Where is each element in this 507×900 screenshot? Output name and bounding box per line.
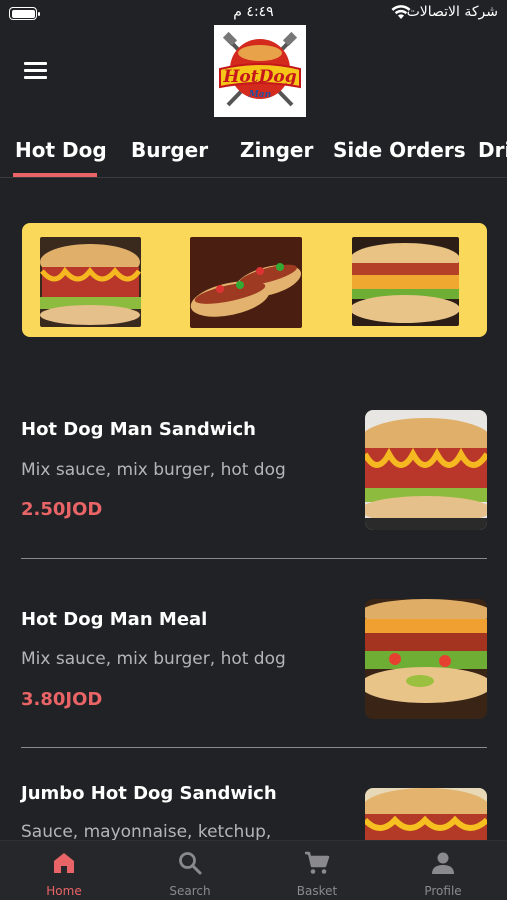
tab-drinks[interactable]: Drinks xyxy=(478,138,507,162)
item-description: Mix sauce, mix burger, hot dog xyxy=(21,649,286,669)
tab-hot-dog[interactable]: Hot Dog xyxy=(15,138,107,162)
menu-line xyxy=(24,76,47,79)
search-icon xyxy=(179,852,202,875)
item-image[interactable] xyxy=(365,410,487,530)
home-icon xyxy=(54,853,74,873)
item-description: Mix sauce, mix burger, hot dog xyxy=(21,460,286,480)
nav-search[interactable]: Search xyxy=(127,841,253,900)
tab-side-orders[interactable]: Side Orders xyxy=(333,138,466,162)
promo-banner[interactable] xyxy=(22,223,487,337)
active-tab-indicator xyxy=(13,173,97,177)
tab-burger[interactable]: Burger xyxy=(131,138,208,162)
hamburger-menu-button[interactable] xyxy=(24,62,47,80)
item-title[interactable]: Hot Dog Man Sandwich xyxy=(21,419,256,440)
hotdog-man-logo: HotDog Man xyxy=(214,25,306,117)
item-price: 2.50JOD xyxy=(21,499,103,520)
item-title[interactable]: Jumbo Hot Dog Sandwich xyxy=(21,783,277,804)
item-image[interactable] xyxy=(365,599,487,719)
item-divider xyxy=(21,558,487,559)
menu-line xyxy=(24,69,47,72)
nav-label: Profile xyxy=(424,884,462,898)
item-price: 3.80JOD xyxy=(21,689,103,710)
logo-subtext: Man xyxy=(248,90,271,100)
profile-icon xyxy=(432,852,454,874)
item-description: Sauce, mayonnaise, ketchup, xyxy=(21,822,272,842)
nav-home[interactable]: Home xyxy=(1,841,127,900)
item-image[interactable] xyxy=(365,788,487,840)
carrier-name: شركة الاتصالات xyxy=(406,4,498,20)
banner-image-hotdogs xyxy=(190,237,302,328)
banner-image-cheese-dog xyxy=(352,237,459,326)
nav-basket[interactable]: Basket xyxy=(254,841,380,900)
item-divider xyxy=(21,747,487,748)
nav-label: Search xyxy=(169,884,211,898)
nav-profile[interactable]: Profile xyxy=(380,841,506,900)
cart-icon xyxy=(305,851,330,874)
nav-label: Basket xyxy=(296,884,338,898)
category-tabs: Hot Dog Burger Zinger Side Orders Drinks xyxy=(0,130,507,178)
nav-label: Home xyxy=(46,884,82,898)
menu-line xyxy=(24,62,47,65)
tab-zinger[interactable]: Zinger xyxy=(240,138,313,162)
logo-text: HotDog xyxy=(222,67,296,87)
bottom-navigation: Home Search Basket Profile xyxy=(0,840,507,900)
banner-image-sandwich xyxy=(40,237,141,327)
item-title[interactable]: Hot Dog Man Meal xyxy=(21,609,207,630)
status-bar: ٤:٤٩ م شركة الاتصالات xyxy=(0,0,507,26)
